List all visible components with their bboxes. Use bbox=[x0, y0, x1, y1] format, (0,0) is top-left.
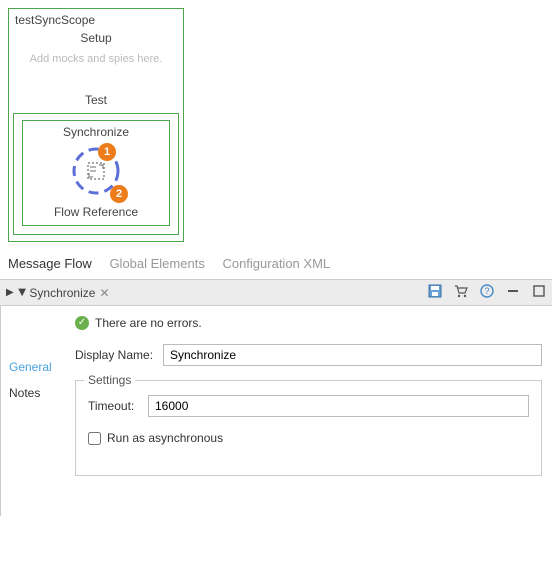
timeout-input[interactable] bbox=[148, 395, 529, 417]
save-icon[interactable] bbox=[422, 284, 442, 301]
synchronize-label: Synchronize bbox=[25, 125, 167, 141]
tab-message-flow[interactable]: Message Flow bbox=[8, 256, 92, 271]
side-tab-general[interactable]: General bbox=[9, 354, 63, 380]
close-icon[interactable]: ✕ bbox=[99, 286, 109, 300]
flow-canvas: testSyncScope Setup Add mocks and spies … bbox=[0, 0, 552, 250]
expand-icon[interactable]: ▶ bbox=[6, 287, 14, 298]
setup-section-label: Setup bbox=[9, 27, 183, 49]
settings-legend: Settings bbox=[84, 373, 135, 387]
status-row: ✓ There are no errors. bbox=[75, 316, 542, 330]
properties-form: ✓ There are no errors. Display Name: Set… bbox=[71, 306, 552, 516]
test-section-label: Test bbox=[9, 89, 183, 111]
side-tab-notes[interactable]: Notes bbox=[9, 380, 63, 406]
flow-reference-label: Flow Reference bbox=[25, 201, 167, 219]
maximize-icon[interactable] bbox=[526, 284, 546, 301]
properties-header: ▶ ▶ Synchronize ✕ ? bbox=[0, 280, 552, 306]
cart-icon[interactable] bbox=[448, 284, 468, 301]
callout-badge-2: 2 bbox=[110, 185, 128, 203]
svg-text:?: ? bbox=[484, 286, 489, 296]
expand-down-icon[interactable]: ▶ bbox=[16, 289, 27, 297]
test-frame: Synchronize 1 2 Flow Reference bbox=[13, 113, 179, 235]
scope-title: testSyncScope bbox=[9, 9, 183, 27]
ok-icon: ✓ bbox=[75, 316, 89, 330]
display-name-label: Display Name: bbox=[75, 348, 163, 362]
tab-configuration-xml[interactable]: Configuration XML bbox=[222, 256, 330, 271]
timeout-label: Timeout: bbox=[88, 399, 148, 413]
editor-tabs: Message Flow Global Elements Configurati… bbox=[0, 250, 552, 279]
callout-badge-1: 1 bbox=[98, 143, 116, 161]
properties-panel: ▶ ▶ Synchronize ✕ ? General Notes bbox=[0, 279, 552, 516]
minimize-icon[interactable] bbox=[500, 284, 520, 301]
tab-global-elements[interactable]: Global Elements bbox=[109, 256, 204, 271]
status-text: There are no errors. bbox=[95, 316, 202, 330]
run-async-checkbox[interactable] bbox=[88, 432, 101, 445]
properties-side-tabs: General Notes bbox=[1, 306, 71, 516]
display-name-input[interactable] bbox=[163, 344, 542, 366]
properties-title: Synchronize bbox=[29, 286, 95, 300]
run-async-label: Run as asynchronous bbox=[107, 431, 223, 445]
test-scope-box[interactable]: testSyncScope Setup Add mocks and spies … bbox=[8, 8, 184, 242]
synchronize-component[interactable]: Synchronize 1 2 Flow Reference bbox=[22, 120, 170, 226]
setup-hint: Add mocks and spies here. bbox=[9, 49, 183, 89]
help-icon[interactable]: ? bbox=[474, 284, 494, 301]
settings-fieldset: Settings Timeout: Run as asynchronous bbox=[75, 380, 542, 476]
flow-reference-icon: 1 2 bbox=[66, 141, 126, 201]
